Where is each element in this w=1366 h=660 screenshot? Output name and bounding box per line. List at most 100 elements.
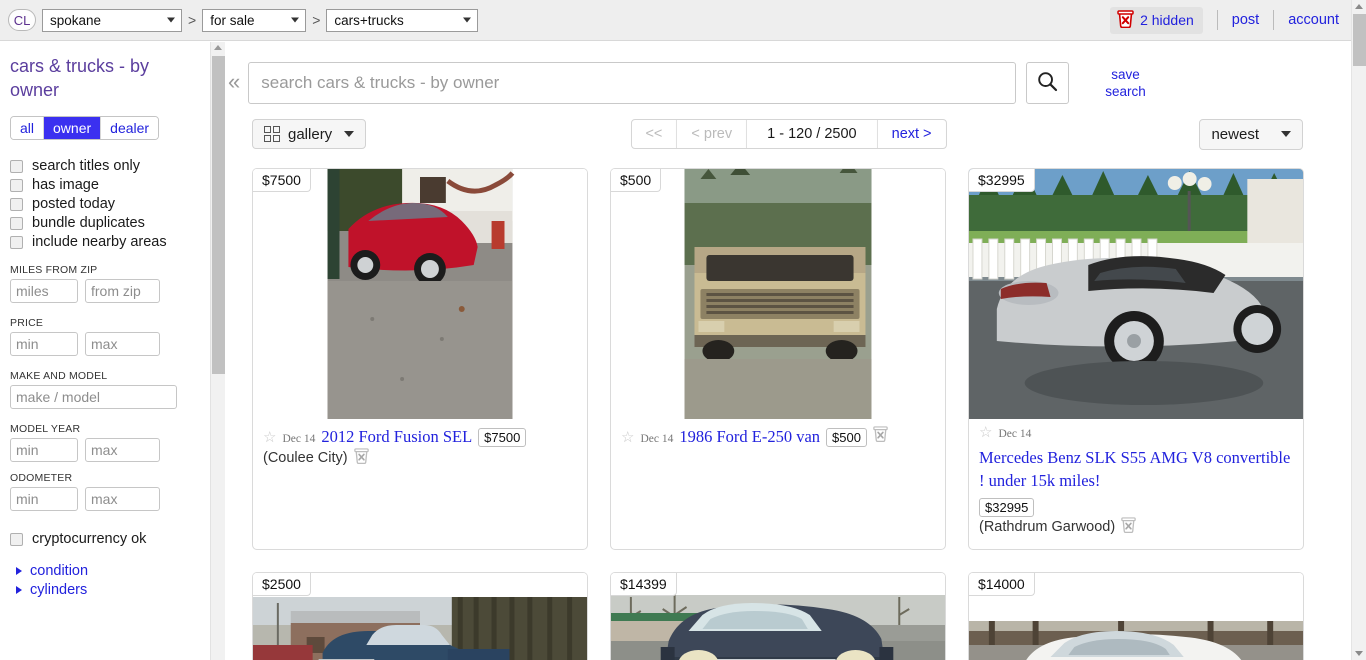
price-group: PRICE min max — [10, 317, 210, 356]
price-min-input[interactable]: min — [10, 332, 78, 356]
seller-type-toggle[interactable]: all owner dealer — [10, 116, 160, 140]
filter-group-cylinders[interactable]: cylinders — [10, 582, 210, 598]
search-icon — [1037, 71, 1058, 95]
listing-image[interactable]: $500 — [611, 169, 945, 419]
filter-posted-today[interactable]: posted today — [10, 196, 210, 212]
listing-title[interactable]: 1986 Ford E-250 van — [679, 425, 820, 448]
checkbox-icon[interactable] — [10, 197, 23, 211]
seller-type-dealer[interactable]: dealer — [100, 117, 159, 139]
save-search-line2[interactable]: search — [1105, 84, 1146, 99]
listing-hood-row: (Rathdrum Garwood) — [979, 517, 1136, 537]
hidden-count-label: 2 hidden — [1140, 12, 1194, 28]
pagination-next[interactable]: next > — [876, 120, 946, 148]
listing-image[interactable]: $14000 — [969, 573, 1303, 660]
checkbox-icon[interactable] — [10, 235, 23, 249]
pagination-first[interactable]: << — [631, 120, 676, 148]
craigslist-logo[interactable]: CL — [8, 9, 36, 31]
filter-checkbox-list: search titles only has image posted toda… — [10, 158, 210, 250]
chevron-down-icon — [1281, 131, 1291, 137]
results-toolbar: gallery << < prev 1 - 120 / 2500 next > … — [226, 118, 1351, 150]
filter-group-label[interactable]: condition — [30, 563, 88, 579]
filter-label: has image — [32, 177, 99, 193]
scroll-up-arrow-icon[interactable] — [1355, 4, 1363, 9]
listing-image[interactable]: $14399 — [611, 573, 945, 660]
checkbox-icon[interactable] — [10, 216, 23, 230]
listing-image[interactable]: $2500 — [253, 573, 587, 660]
main-content: « search cars & trucks - by owner save s… — [226, 42, 1351, 660]
filter-bundle-duplicates[interactable]: bundle duplicates — [10, 215, 210, 231]
listing-card[interactable]: $14000 — [968, 572, 1304, 660]
checkbox-icon[interactable] — [10, 532, 23, 546]
account-link[interactable]: account — [1288, 12, 1339, 28]
filter-search-titles-only[interactable]: search titles only — [10, 158, 210, 174]
listing-card[interactable]: $2500 — [252, 572, 588, 660]
checkbox-icon[interactable] — [10, 159, 23, 173]
listing-image[interactable]: $7500 — [253, 169, 587, 419]
model-year-min-input[interactable]: min — [10, 438, 78, 462]
top-header-bar: CL spokane > for sale > cars+trucks 2 hi — [0, 0, 1351, 41]
page-scrollbar-thumb[interactable] — [1353, 14, 1366, 66]
odometer-label: ODOMETER — [10, 472, 73, 484]
listing-card[interactable]: $7500 ☆ Dec 14 2012 Ford Fusion SEL $750… — [252, 168, 588, 550]
listing-card[interactable]: $14399 — [610, 572, 946, 660]
filter-cryptocurrency-ok[interactable]: cryptocurrency ok — [10, 531, 210, 547]
star-outline-icon[interactable]: ☆ — [979, 425, 992, 440]
expandable-filters: condition cylinders — [10, 563, 210, 598]
listing-card[interactable]: $500 ☆ Dec 14 1986 Ford E-250 van $500 — [610, 168, 946, 550]
hidden-count-button[interactable]: 2 hidden — [1110, 6, 1203, 34]
model-year-label: MODEL YEAR — [10, 423, 81, 435]
banish-trash-icon[interactable] — [873, 426, 888, 445]
search-input[interactable]: search cars & trucks - by owner — [248, 62, 1017, 104]
chevron-down-icon — [344, 131, 355, 137]
listing-title[interactable]: 2012 Ford Fusion SEL — [321, 425, 472, 448]
listing-card[interactable]: $32995 ☆ Dec 14 Mercedes Benz SLK S55 AM… — [968, 168, 1304, 550]
post-link[interactable]: post — [1232, 12, 1259, 28]
price-badge: $32995 — [969, 169, 1035, 192]
search-button[interactable] — [1026, 62, 1070, 104]
odometer-group: ODOMETER min max — [10, 472, 210, 511]
city-select[interactable]: spokane — [42, 8, 182, 32]
scroll-down-arrow-icon[interactable] — [1355, 651, 1363, 656]
price-badge: $7500 — [253, 169, 311, 192]
listing-date: Dec 14 — [640, 433, 674, 445]
listing-image[interactable]: $32995 — [969, 169, 1303, 419]
model-year-max-input[interactable]: max — [85, 438, 160, 462]
save-search-link[interactable]: save search — [1105, 62, 1146, 100]
listing-date: Dec 14 — [282, 433, 316, 445]
filter-group-condition[interactable]: condition — [10, 563, 210, 579]
scroll-up-arrow-icon[interactable] — [214, 45, 222, 50]
filter-include-nearby-areas[interactable]: include nearby areas — [10, 234, 210, 250]
seller-type-owner[interactable]: owner — [43, 117, 101, 139]
pagination-prev[interactable]: < prev — [676, 120, 746, 148]
subcategory-select[interactable]: cars+trucks — [326, 8, 479, 32]
category-select[interactable]: for sale — [202, 8, 307, 32]
miles-input[interactable]: miles — [10, 279, 78, 303]
sort-button[interactable]: newest — [1199, 118, 1303, 150]
zip-input[interactable]: from zip — [85, 279, 160, 303]
sidebar-scrollbar[interactable] — [210, 42, 225, 660]
banish-trash-icon[interactable] — [353, 448, 369, 468]
star-outline-icon[interactable]: ☆ — [621, 430, 634, 445]
make-model-input[interactable]: make / model — [10, 385, 177, 409]
chevron-down-icon — [463, 17, 472, 23]
seller-type-all[interactable]: all — [11, 117, 44, 139]
listing-title[interactable]: Mercedes Benz SLK S55 AMG V8 convertible… — [979, 446, 1293, 492]
trash-x-icon — [1117, 9, 1134, 31]
filter-has-image[interactable]: has image — [10, 177, 210, 193]
price-max-input[interactable]: max — [85, 332, 160, 356]
odometer-min-input[interactable]: min — [10, 487, 78, 511]
price-badge: $14000 — [969, 573, 1035, 596]
listing-price: $500 — [826, 428, 867, 447]
sidebar-scrollbar-thumb[interactable] — [212, 56, 225, 374]
chevron-double-left-icon[interactable]: « — [226, 62, 248, 93]
save-search-line1[interactable]: save — [1111, 67, 1140, 82]
search-row: « search cars & trucks - by owner save s… — [226, 42, 1351, 104]
view-mode-button[interactable]: gallery — [252, 119, 367, 149]
price-badge: $500 — [611, 169, 662, 192]
banish-trash-icon[interactable] — [1121, 517, 1136, 537]
checkbox-icon[interactable] — [10, 178, 23, 192]
filter-group-label[interactable]: cylinders — [30, 582, 87, 598]
page-scrollbar[interactable] — [1351, 0, 1366, 660]
odometer-max-input[interactable]: max — [85, 487, 160, 511]
star-outline-icon[interactable]: ☆ — [263, 430, 276, 445]
